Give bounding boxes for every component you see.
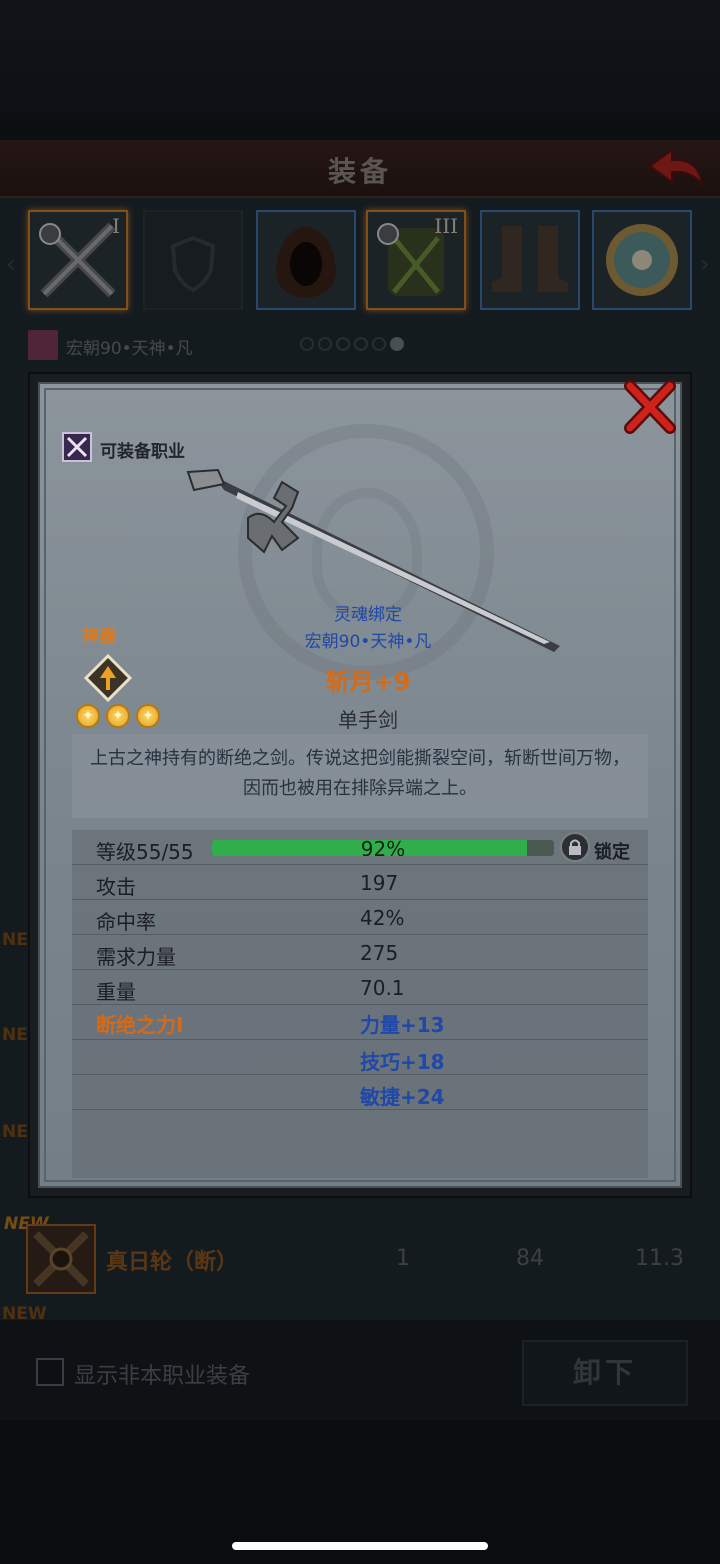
soul-bound-label: 灵魂绑定 [334, 605, 402, 625]
stat-value: 275 [360, 941, 399, 965]
level-label: 等级55/55 [96, 840, 194, 864]
stat-row: 命中率 42% [72, 900, 648, 935]
bound-owner: 宏朝90•天神•凡 [304, 632, 432, 652]
set-bonus-row: 断绝之力I 力量+13 [72, 1005, 648, 1040]
stat-row: 攻击 197 [72, 865, 648, 900]
set-bonus-label: 断绝之力I [96, 1013, 184, 1037]
set-bonus-value: 敏捷+24 [360, 1085, 445, 1109]
item-title: 斩月+9 [325, 668, 411, 696]
level-percent: 92% [360, 840, 406, 856]
stat-label: 攻击 [96, 875, 136, 899]
level-progress-bar: 92% [212, 840, 554, 856]
stat-label: 重量 [96, 980, 136, 1004]
stat-label: 需求力量 [96, 945, 176, 969]
stat-value: 70.1 [360, 976, 405, 1000]
lock-label[interactable]: 锁定 [594, 838, 630, 864]
stat-row: 需求力量 275 [72, 935, 648, 970]
stats-table: 等级55/55 92% 锁定 攻击 197 命中率 42% 需求力量 275 重… [72, 830, 648, 1178]
lock-icon[interactable] [560, 832, 590, 862]
stat-row: 重量 70.1 [72, 970, 648, 1005]
set-bonus-row: 技巧+18 [72, 1040, 648, 1075]
item-description: 上古之神持有的断绝之剑。传说这把剑能撕裂空间，斩断世间万物，因而也被用在排除异端… [72, 734, 648, 818]
level-row: 等级55/55 92% 锁定 [72, 830, 648, 865]
home-indicator[interactable] [232, 1542, 488, 1550]
set-bonus-value: 技巧+18 [360, 1050, 445, 1074]
class-icon [62, 432, 92, 462]
item-type: 单手剑 [338, 708, 398, 732]
set-bonus-value: 力量+13 [360, 1013, 445, 1037]
stat-label: 命中率 [96, 910, 156, 934]
set-bonus-row: 敏捷+24 [72, 1075, 648, 1110]
item-detail-modal: 可装备职业 神器 ✦ ✦ ✦ 灵魂绑定 宏朝90•天神•凡 斩月+9 单手剑 上… [30, 374, 690, 1196]
stat-value: 197 [360, 871, 399, 895]
close-icon[interactable] [620, 378, 680, 438]
equippable-class-label: 可装备职业 [100, 442, 185, 462]
stat-value: 42% [360, 906, 405, 930]
